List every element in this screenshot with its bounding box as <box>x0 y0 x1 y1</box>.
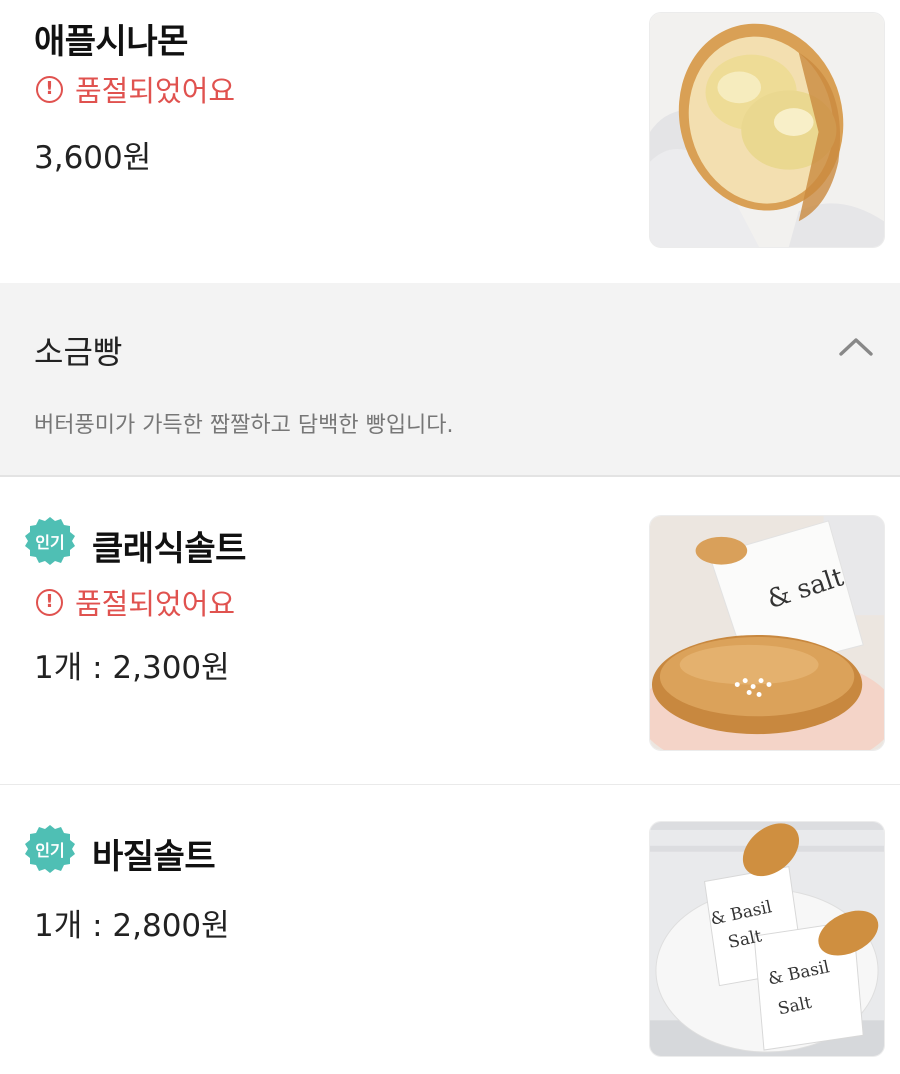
soldout-notice: ! 품절되었어요 <box>36 581 235 623</box>
badge-label: 인기 <box>35 841 65 860</box>
item-price: 1개 : 2,800원 <box>34 908 230 944</box>
category-title: 소금빵 <box>34 333 123 371</box>
badge-label: 인기 <box>35 533 65 552</box>
menu-item-apple-cinnamon[interactable]: 애플시나몬 ! 품절되었어요 3,600원 <box>0 0 900 283</box>
item-name: 바질솔트 <box>92 837 216 877</box>
menu-item-classic-salt[interactable]: 인기 클래식솔트 ! 품절되었어요 1개 : 2,300원 & salt <box>0 478 900 784</box>
item-thumbnail[interactable]: & Basil Salt & Basil Salt <box>649 821 885 1057</box>
item-thumbnail[interactable] <box>649 12 885 248</box>
item-price: 3,600원 <box>34 140 152 176</box>
alert-circle-icon: ! <box>36 588 63 616</box>
category-section-salt-bread[interactable]: 소금빵 버터풍미가 가득한 짭짤하고 담백한 빵입니다. <box>0 283 900 477</box>
menu-item-basil-salt[interactable]: 인기 바질솔트 1개 : 2,800원 & Basil Salt & Basil… <box>0 785 900 1074</box>
item-thumbnail[interactable]: & salt <box>649 515 885 751</box>
item-price: 1개 : 2,300원 <box>34 650 230 686</box>
soldout-label: 품절되었어요 <box>75 74 236 108</box>
category-description: 버터풍미가 가득한 짭짤하고 담백한 빵입니다. <box>34 413 454 438</box>
basil-salt-photo: & Basil Salt & Basil Salt <box>650 822 884 1056</box>
apple-cinnamon-photo <box>650 13 884 247</box>
alert-circle-icon: ! <box>36 75 63 103</box>
chevron-up-icon[interactable] <box>836 333 876 359</box>
popular-badge: 인기 <box>24 823 76 875</box>
item-name: 애플시나몬 <box>34 22 188 62</box>
soldout-notice: ! 품절되었어요 <box>36 68 235 110</box>
item-name: 클래식솔트 <box>92 529 246 569</box>
classic-salt-photo: & salt <box>650 516 884 750</box>
soldout-label: 품절되었어요 <box>75 587 236 621</box>
popular-badge: 인기 <box>24 515 76 567</box>
